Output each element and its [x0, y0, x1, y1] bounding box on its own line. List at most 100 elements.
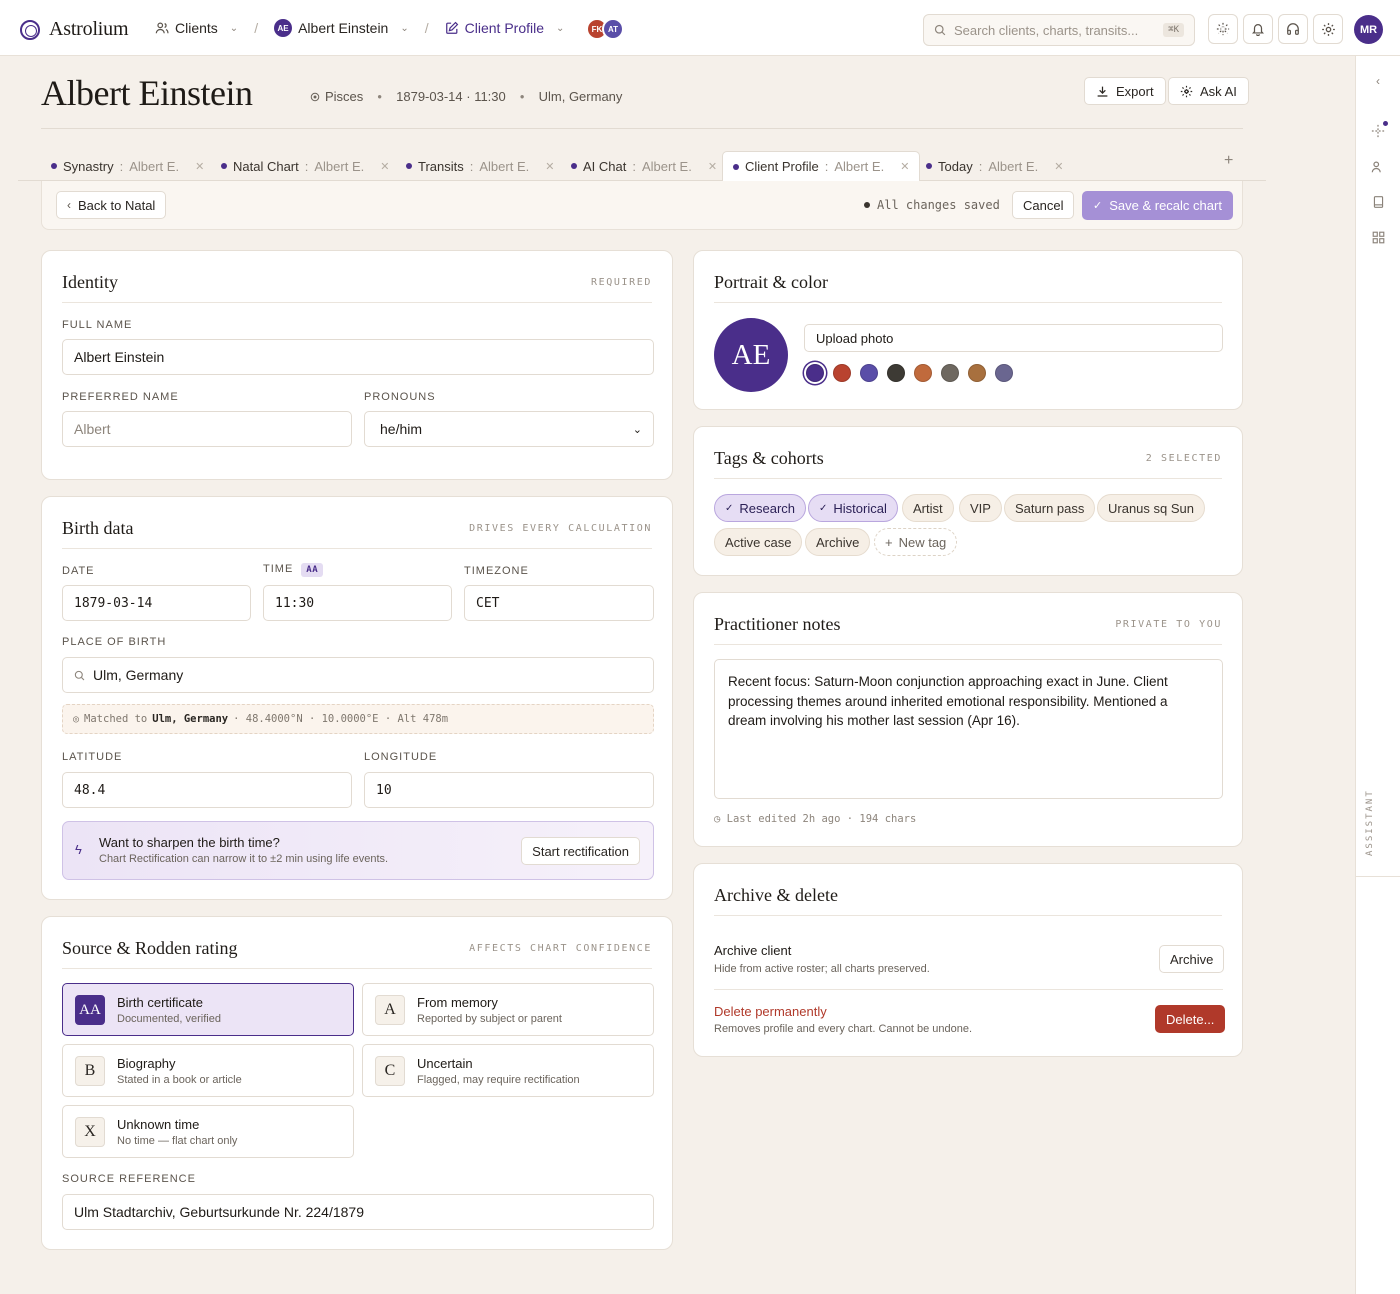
- upload-photo-button[interactable]: Upload photo: [804, 324, 1223, 352]
- close-icon[interactable]: ✕: [708, 160, 717, 173]
- card-title: Tags & cohorts: [714, 448, 824, 468]
- archive-button-label: Archive: [1170, 951, 1214, 967]
- color-swatch[interactable]: [968, 364, 986, 382]
- birth-place: Ulm, Germany: [538, 89, 623, 104]
- save-recalc-label: Save & recalc chart: [1109, 198, 1222, 213]
- users-icon[interactable]: [1370, 159, 1386, 175]
- card-header: Source & Rodden rating AFFECTS CHART CON…: [62, 935, 652, 969]
- timezone-label: TIMEZONE: [464, 565, 529, 577]
- notifications-button[interactable]: [1243, 14, 1273, 44]
- sparkle-icon[interactable]: [1370, 121, 1388, 139]
- preferred-name-field[interactable]: Albert: [62, 411, 352, 447]
- rating-option-a[interactable]: A From memory Reported by subject or par…: [362, 983, 654, 1036]
- breadcrumb-separator: /: [424, 20, 429, 36]
- grid-icon[interactable]: [1370, 229, 1386, 245]
- gear-icon: [1321, 22, 1335, 36]
- cancel-button[interactable]: Cancel: [1012, 191, 1075, 219]
- sun-sign-icon: [310, 92, 320, 101]
- tab-indicator: [733, 163, 739, 170]
- tab-synastry[interactable]: Synastry: Albert E. ✕: [41, 151, 214, 181]
- save-recalc-button[interactable]: ✓ Save & recalc chart: [1082, 191, 1233, 220]
- support-button[interactable]: [1278, 14, 1308, 44]
- chevron-down-icon: ⌄: [556, 22, 565, 34]
- tab-natal-chart[interactable]: Natal Chart: Albert E. ✕: [211, 151, 399, 181]
- tab-client: Albert E.: [129, 158, 180, 174]
- user-avatar[interactable]: MR: [1354, 15, 1383, 44]
- tag-chip[interactable]: ✓ Research: [714, 494, 807, 522]
- status-dot: [864, 202, 870, 208]
- new-tag-button[interactable]: + New tag: [874, 528, 958, 556]
- close-icon[interactable]: ✕: [1054, 160, 1063, 173]
- rating-option-x[interactable]: X Unknown time No time — flat chart only: [62, 1105, 354, 1158]
- source-reference-field[interactable]: Ulm Stadtarchiv, Geburtsurkunde Nr. 224/…: [62, 1194, 654, 1230]
- ask-ai-button[interactable]: Ask AI: [1168, 77, 1249, 105]
- latitude-field[interactable]: 48.4: [62, 772, 352, 808]
- tab-client-profile[interactable]: Client Profile: Albert E. ✕: [722, 151, 921, 182]
- color-swatch[interactable]: [860, 364, 878, 382]
- full-name-field[interactable]: Albert Einstein: [62, 339, 654, 375]
- start-rectification-button[interactable]: Start rectification: [521, 837, 640, 865]
- breadcrumb-client[interactable]: AE Albert Einstein ⌄: [274, 19, 409, 37]
- timezone-field[interactable]: CET: [464, 585, 654, 621]
- tag-chip[interactable]: ✓ Historical: [808, 494, 898, 522]
- breadcrumb-clients[interactable]: Clients ⌄: [155, 20, 238, 36]
- place-of-birth-value: Ulm, Germany: [93, 667, 184, 683]
- book-icon[interactable]: [1370, 194, 1386, 210]
- color-swatch[interactable]: [887, 364, 905, 382]
- tab-today[interactable]: Today: Albert E. ✕: [916, 151, 1073, 181]
- app-logo[interactable]: Astrolium: [20, 18, 129, 41]
- tab-client: Albert E.: [314, 158, 365, 174]
- tag-chip[interactable]: VIP: [959, 494, 1002, 522]
- breadcrumb-page[interactable]: Client Profile ⌄: [445, 20, 565, 36]
- longitude-field[interactable]: 10: [364, 772, 654, 808]
- close-icon[interactable]: ✕: [380, 160, 389, 173]
- color-swatch[interactable]: [914, 364, 932, 382]
- rating-option-b[interactable]: B Biography Stated in a book or article: [62, 1044, 354, 1097]
- close-icon[interactable]: ✕: [195, 160, 204, 173]
- notes-textarea[interactable]: Recent focus: Saturn-Moon conjunction ap…: [714, 659, 1223, 799]
- archive-subtitle: Hide from active roster; all charts pres…: [714, 963, 930, 975]
- tab-client: Albert E.: [641, 158, 692, 174]
- tag-chip[interactable]: Artist: [902, 494, 954, 522]
- rating-subtitle: Flagged, may require rectification: [417, 1074, 580, 1086]
- color-swatch[interactable]: [806, 364, 824, 382]
- rating-option-c[interactable]: C Uncertain Flagged, may require rectifi…: [362, 1044, 654, 1097]
- delete-button-label: Delete...: [1166, 1011, 1215, 1027]
- tab-separator: :: [119, 158, 124, 174]
- delete-button[interactable]: Delete...: [1155, 1005, 1226, 1033]
- collapse-rail-icon[interactable]: ‹: [1370, 73, 1386, 89]
- tag-chip[interactable]: Saturn pass: [1004, 494, 1096, 522]
- time-field[interactable]: 11:30: [263, 585, 452, 621]
- portrait-avatar[interactable]: AE: [714, 318, 788, 392]
- tag-chip[interactable]: Archive: [805, 528, 871, 556]
- presence-avatar[interactable]: AT: [602, 18, 624, 40]
- tab-indicator: [571, 163, 577, 169]
- tag-chip[interactable]: Uranus sq Sun: [1097, 494, 1205, 522]
- rating-title: Birth certificate: [117, 995, 203, 1010]
- color-swatch[interactable]: [941, 364, 959, 382]
- date-field[interactable]: 1879-03-14: [62, 585, 251, 621]
- tab-separator: :: [824, 159, 829, 174]
- tab-transits[interactable]: Transits: Albert E. ✕: [396, 151, 564, 181]
- place-of-birth-label: PLACE OF BIRTH: [62, 636, 167, 648]
- search-input[interactable]: Search clients, charts, transits... ⌘K: [923, 14, 1195, 46]
- archive-button[interactable]: Archive: [1159, 945, 1225, 973]
- tag-chip[interactable]: Active case: [714, 528, 803, 556]
- new-tag-label: New tag: [898, 534, 947, 550]
- cancel-label: Cancel: [1023, 197, 1064, 213]
- color-swatch[interactable]: [995, 364, 1013, 382]
- add-tab-icon[interactable]: +: [1224, 152, 1233, 170]
- tab-ai-chat[interactable]: AI Chat: Albert E. ✕: [561, 151, 727, 181]
- place-of-birth-field[interactable]: Ulm, Germany: [62, 657, 654, 693]
- pronouns-select[interactable]: he/him ⌄: [364, 411, 654, 447]
- close-icon[interactable]: ✕: [545, 160, 554, 173]
- settings-button[interactable]: [1313, 14, 1343, 44]
- rating-title: Unknown time: [117, 1117, 200, 1132]
- close-icon[interactable]: ✕: [900, 160, 909, 173]
- color-swatch[interactable]: [833, 364, 851, 382]
- export-button[interactable]: Export: [1084, 77, 1166, 105]
- back-to-natal-button[interactable]: ‹ Back to Natal: [56, 191, 167, 219]
- rating-option-aa[interactable]: AA Birth certificate Documented, verifie…: [62, 983, 354, 1036]
- sparkle-button[interactable]: [1208, 14, 1238, 44]
- app-name: Astrolium: [49, 18, 129, 40]
